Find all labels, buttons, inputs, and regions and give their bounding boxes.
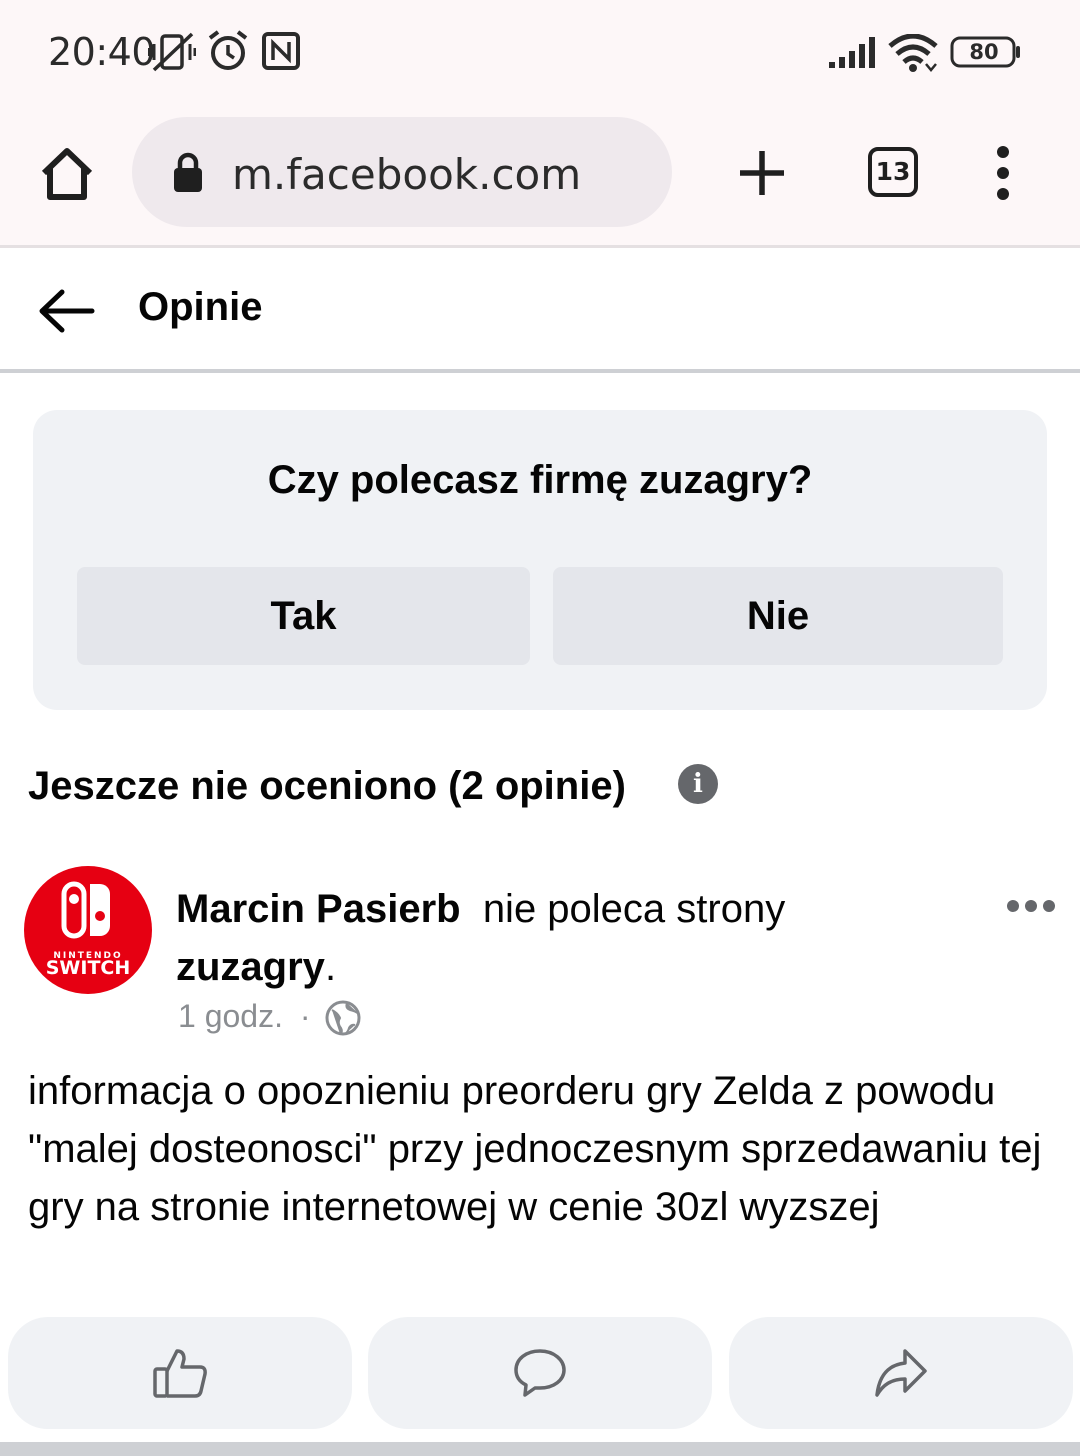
plus-icon[interactable] [736,147,788,199]
recommend-yes-button[interactable]: Tak [77,567,530,665]
review-action-text: nie poleca strony [482,887,786,931]
avatar[interactable]: NINTENDO SWITCH [24,866,152,994]
tabs-icon[interactable]: 13 [868,147,918,197]
vibrate-off-icon [147,32,197,77]
info-icon[interactable]: i [678,764,718,804]
reviews-section-title: Jeszcze nie oceniono (2 opinie) [28,764,626,808]
like-button[interactable] [8,1317,352,1429]
review-header: Marcin Pasierb nie poleca strony zuzagry… [176,880,976,996]
globe-icon [325,1000,361,1041]
alarm-icon [206,30,250,77]
share-icon [875,1349,927,1397]
comment-button[interactable] [368,1317,712,1429]
back-arrow-icon[interactable] [36,283,96,339]
meta-separator: · [299,998,311,1034]
recommend-question: Czy polecasz firmę zuzagry? [267,458,813,502]
review-meta: 1 godz. · [178,998,311,1035]
nfc-icon [262,32,300,75]
page-header: Opinie [0,251,1080,373]
review-author-link[interactable]: Marcin Pasierb [176,887,461,931]
address-bar[interactable]: m.facebook.com [132,117,672,227]
battery-level: 80 [969,40,999,64]
status-bar: 20:40 80 [0,0,1080,105]
more-options-icon[interactable] [1006,896,1056,916]
url-text[interactable]: m.facebook.com [232,150,581,199]
status-time: 20:40 [48,30,156,74]
recommend-card: Czy polecasz firmę zuzagry? Tak Nie [33,410,1047,710]
svg-text:SWITCH: SWITCH [46,957,131,979]
wifi-icon [888,33,938,77]
share-button[interactable] [729,1317,1073,1429]
like-icon [153,1349,207,1398]
review-page-link[interactable]: zuzagry [176,945,325,989]
signal-icon [828,36,878,73]
recommend-no-button[interactable]: Nie [553,567,1003,665]
more-vertical-icon[interactable] [988,145,1018,201]
review-punctuation: . [324,945,337,989]
page-title: Opinie [138,285,263,329]
review-body: informacja o opoznieniu preorderu gry Ze… [28,1069,1042,1229]
review-timestamp[interactable]: 1 godz. [178,998,283,1034]
comment-icon [514,1349,566,1397]
browser-toolbar: m.facebook.com 13 [0,105,1080,248]
nintendo-switch-logo: NINTENDO SWITCH [46,881,131,979]
home-icon[interactable] [36,143,98,205]
lock-icon[interactable] [172,151,204,198]
bottom-divider [0,1442,1080,1456]
